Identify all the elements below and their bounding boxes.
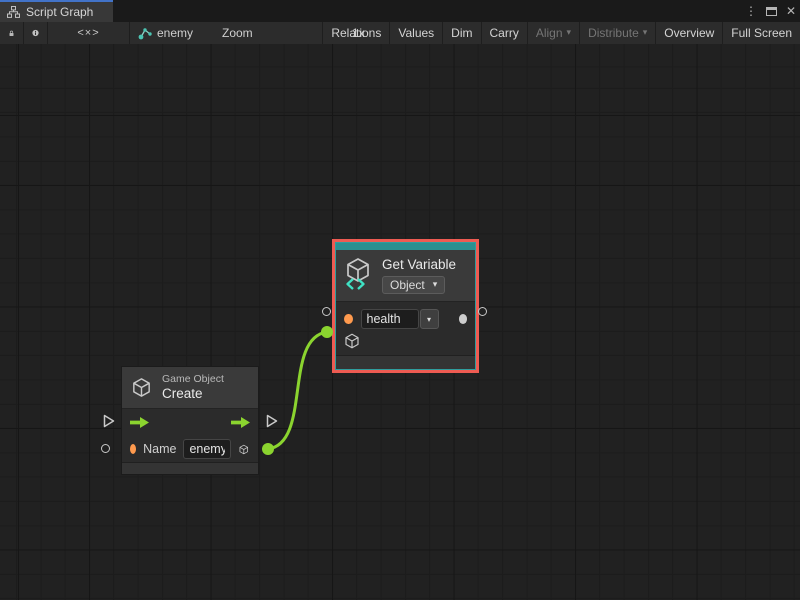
variable-color-bar xyxy=(336,243,475,250)
variable-cube-icon xyxy=(344,257,374,295)
variable-picker-dropdown[interactable]: ▾ xyxy=(420,309,439,329)
value-output-indicator[interactable] xyxy=(459,314,468,324)
game-object-cube-icon xyxy=(130,376,153,399)
flow-input-port[interactable] xyxy=(103,414,115,428)
tab-label: Script Graph xyxy=(26,5,93,19)
carry-button[interactable]: Carry xyxy=(482,22,528,44)
fullscreen-button[interactable]: Full Screen xyxy=(723,22,800,44)
node-title: Get Variable xyxy=(382,257,456,273)
node-footer xyxy=(122,462,258,474)
graph-reference-label: enemy xyxy=(157,26,193,40)
node-get-variable-selection[interactable]: Get Variable Object ▾ ▾ xyxy=(332,239,479,373)
node-get-variable[interactable]: Get Variable Object ▾ ▾ xyxy=(335,242,476,370)
node-footer xyxy=(336,355,475,369)
variable-kind-dropdown[interactable]: Object ▾ xyxy=(382,276,445,294)
name-input[interactable] xyxy=(183,439,231,459)
graph-hierarchy-icon xyxy=(7,6,20,18)
gameobject-output-cube-icon[interactable] xyxy=(238,440,250,459)
code-badge-icon xyxy=(348,279,354,289)
code-icon: <×> xyxy=(77,27,99,39)
overview-button[interactable]: Overview xyxy=(656,22,723,44)
window-maximize-icon[interactable] xyxy=(766,7,777,16)
values-button[interactable]: Values xyxy=(390,22,443,44)
flow-output-port[interactable] xyxy=(266,414,278,428)
name-port-label: Name xyxy=(143,442,176,456)
name-value-port[interactable] xyxy=(130,444,136,454)
window-tab-strip: Script Graph ⋮ ✕ xyxy=(0,0,800,22)
flow-in-arrow-icon[interactable] xyxy=(130,417,149,428)
value-output-port[interactable] xyxy=(478,307,487,316)
relations-button[interactable]: Relations xyxy=(323,22,390,44)
variable-name-port[interactable] xyxy=(344,314,353,324)
node-create-game-object[interactable]: Game Object Create Name xyxy=(121,366,259,475)
node-header[interactable]: Game Object Create xyxy=(122,367,258,409)
info-icon xyxy=(32,26,39,40)
chevron-down-icon: ▾ xyxy=(643,28,648,38)
lock-icon xyxy=(8,27,15,40)
flow-out-arrow-icon[interactable] xyxy=(231,417,250,428)
graph-reference[interactable]: enemy xyxy=(138,22,193,44)
window-menu-icon[interactable]: ⋮ xyxy=(745,5,757,17)
dim-button[interactable]: Dim xyxy=(443,22,481,44)
variable-name-input[interactable] xyxy=(361,309,419,329)
graph-toolbar: <×> enemy Zoom 1x Relations Values Dim C… xyxy=(0,22,800,44)
window-close-icon[interactable]: ✕ xyxy=(786,5,796,17)
align-button: Align▾ xyxy=(528,22,580,44)
info-button[interactable] xyxy=(24,22,48,44)
code-preview-button[interactable]: <×> xyxy=(48,22,130,44)
graph-reference-icon xyxy=(138,27,152,40)
chevron-down-icon: ▾ xyxy=(567,28,572,38)
distribute-button: Distribute▾ xyxy=(580,22,656,44)
chevron-down-icon: ▾ xyxy=(433,280,438,290)
node-title: Create xyxy=(162,386,224,402)
node-category: Game Object xyxy=(162,373,224,386)
object-target-cube-icon[interactable] xyxy=(343,332,361,350)
tab-script-graph[interactable]: Script Graph xyxy=(0,0,113,22)
value-input-port[interactable] xyxy=(101,444,110,453)
zoom-label: Zoom xyxy=(222,22,253,44)
node-header[interactable]: Get Variable Object ▾ xyxy=(336,250,475,302)
name-input-port[interactable] xyxy=(322,307,331,316)
lock-button[interactable] xyxy=(0,22,24,44)
